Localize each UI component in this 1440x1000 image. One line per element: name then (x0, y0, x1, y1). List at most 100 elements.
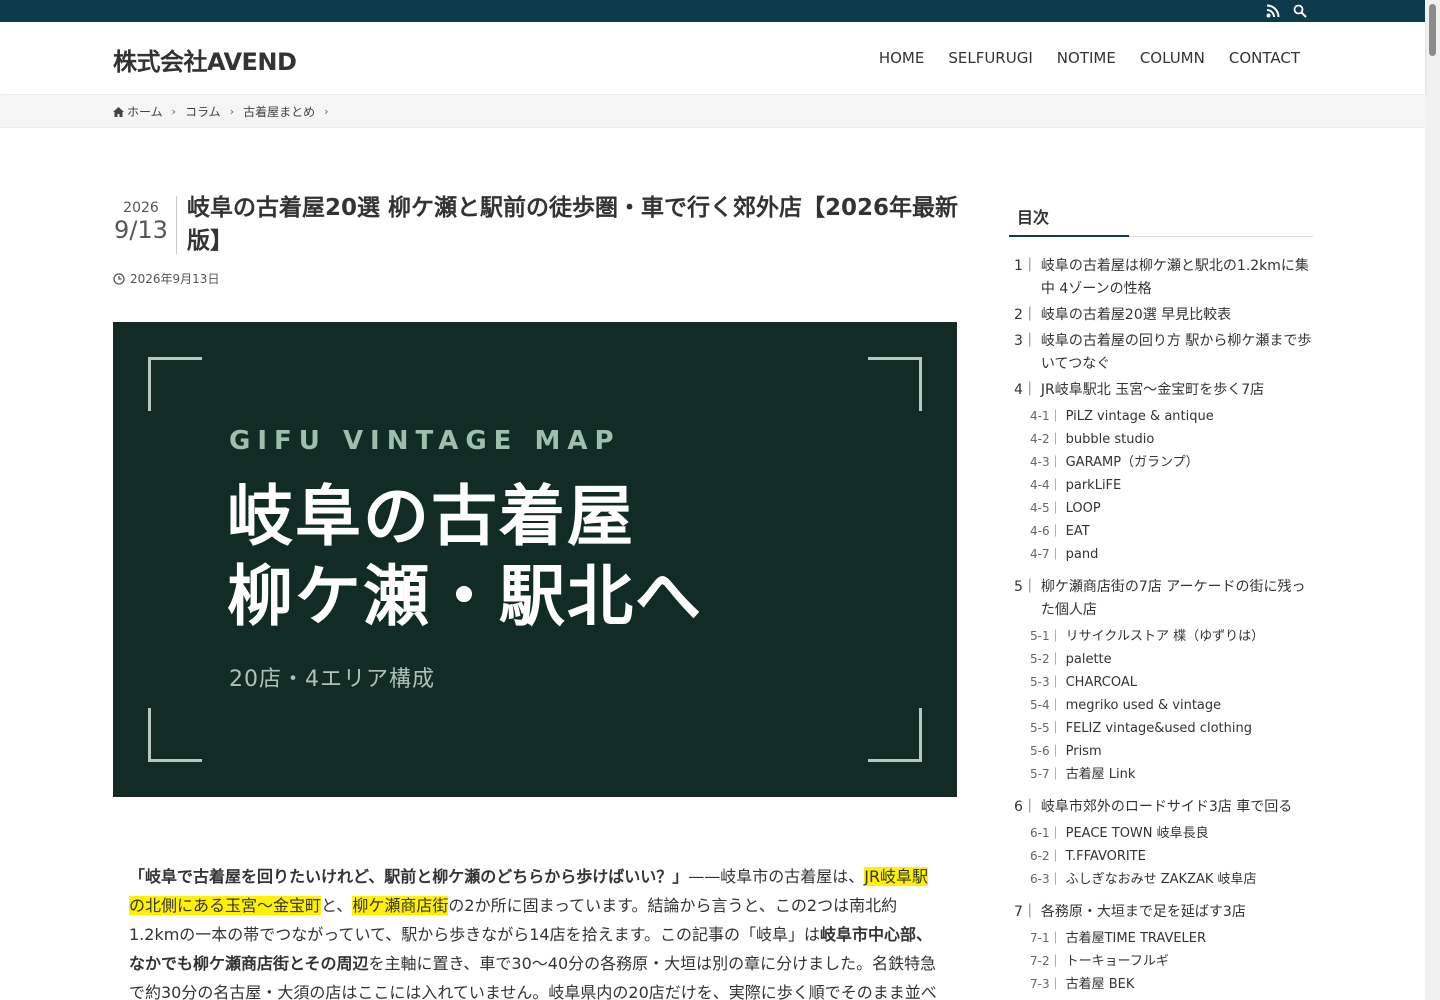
intro-text: と、 (321, 896, 353, 915)
toc-subitem[interactable]: 4-5｜ LOOP (1009, 497, 1313, 520)
toc-subitem-label[interactable]: 古着屋 BEK (1066, 973, 1135, 996)
toc-subitem[interactable]: 4-4｜ parkLiFE (1009, 474, 1313, 497)
frame-corner (868, 708, 922, 762)
toc-subitem-label[interactable]: リサイクルストア 楪（ゆずりは） (1066, 625, 1264, 648)
scrollbar[interactable] (1425, 0, 1440, 1000)
toc-subitem-label[interactable]: bubble studio (1066, 428, 1155, 451)
nav-column[interactable]: COLUMN (1140, 49, 1205, 67)
toc-subitem-label[interactable]: megriko used & vintage (1066, 694, 1222, 717)
frame-corner (148, 708, 202, 762)
chevron-right-icon: › (324, 105, 329, 118)
toc-subitem-label[interactable]: Prism (1066, 740, 1102, 763)
toc-subitem-label[interactable]: PiLZ vintage & antique (1066, 405, 1214, 428)
toc-subitem[interactable]: 5-3｜ CHARCOAL (1009, 671, 1313, 694)
nav-home[interactable]: HOME (879, 49, 925, 67)
toc-subitem-number: 4-1｜ (1030, 409, 1062, 423)
toc-subitem-label[interactable]: 古着屋TIME TRAVELER (1066, 927, 1206, 950)
toc-subitem-label[interactable]: ふしぎなおみせ ZAKZAK 岐阜店 (1066, 868, 1257, 891)
toc-item-label[interactable]: 岐阜の古着屋は柳ケ瀬と駅北の1.2kmに集中 4ゾーンの性格 (1041, 255, 1313, 301)
toc-subitem-number: 5-4｜ (1030, 698, 1062, 712)
toc-item-label[interactable]: 各務原・大垣まで足を延ばす3店 (1041, 901, 1246, 924)
toc-subitem-label[interactable]: EAT (1066, 520, 1090, 543)
toc-item[interactable]: 3｜ 岐阜の古着屋の回り方 駅から柳ケ瀬まで歩いてつなぐ (1009, 330, 1313, 376)
intro-question: 「岐阜で古着屋を回りたいけれど、駅前と柳ケ瀬のどちらから歩けばいい？」 (129, 867, 689, 886)
toc-subitem-number: 5-6｜ (1030, 744, 1062, 758)
search-icon[interactable] (1293, 4, 1307, 18)
toc-item[interactable]: 5｜ 柳ケ瀬商店街の7店 アーケードの街に残った個人店 (1009, 576, 1313, 622)
toc-subitem-label[interactable]: CHARCOAL (1066, 671, 1137, 694)
toc-subitem-label[interactable]: GARAMP（ガランプ） (1066, 451, 1199, 474)
toc-subitem[interactable]: 4-2｜ bubble studio (1009, 428, 1313, 451)
toc-subitem[interactable]: 7-1｜ 古着屋TIME TRAVELER (1009, 927, 1313, 950)
toc-subitem[interactable]: 5-4｜ megriko used & vintage (1009, 694, 1313, 717)
toc-subitem[interactable]: 6-1｜ PEACE TOWN 岐阜長良 (1009, 822, 1313, 845)
nav-selfurugi[interactable]: SELFURUGI (948, 49, 1032, 67)
toc-subitem-label[interactable]: 古着屋 Link (1066, 763, 1136, 786)
breadcrumb-home[interactable]: ホーム (127, 103, 163, 120)
toc-subitem-label[interactable]: PEACE TOWN 岐阜長良 (1066, 822, 1209, 845)
main-nav: HOME SELFURUGI NOTIME COLUMN CONTACT (879, 49, 1300, 67)
clock-icon (113, 272, 125, 285)
nav-contact[interactable]: CONTACT (1229, 49, 1300, 67)
toc-subitem-label[interactable]: LOOP (1066, 497, 1101, 520)
toc-subitem[interactable]: 5-7｜ 古着屋 Link (1009, 763, 1313, 786)
toc-item-label[interactable]: JR岐阜駅北 玉宮〜金宝町を歩く7店 (1041, 379, 1264, 402)
toc-item-number: 3｜ (1014, 333, 1037, 349)
hero-heading: 岐阜の古着屋 柳ケ瀬・駅北へ (227, 477, 703, 637)
toc-subitem-label[interactable]: pand (1066, 543, 1099, 566)
toc-subitem-label[interactable]: FELIZ vintage&used clothing (1066, 717, 1252, 740)
toc-item-number: 4｜ (1014, 382, 1037, 398)
intro-text: ——岐阜市の古着屋は、 (688, 867, 865, 886)
title-divider (176, 196, 177, 254)
hero-subtitle: 20店・4エリア構成 (229, 667, 435, 692)
toc-item-number: 7｜ (1014, 904, 1037, 920)
toc-subitem-label[interactable]: T.FFAVORITE (1066, 845, 1146, 868)
toc-subitem[interactable]: 5-1｜ リサイクルストア 楪（ゆずりは） (1009, 625, 1313, 648)
frame-corner (148, 357, 202, 411)
toc-subitem[interactable]: 4-1｜ PiLZ vintage & antique (1009, 405, 1313, 428)
breadcrumb-column[interactable]: コラム (185, 103, 221, 120)
toc-subitem[interactable]: 4-7｜ pand (1009, 543, 1313, 566)
toc-subitem-label[interactable]: palette (1066, 648, 1112, 671)
nav-notime[interactable]: NOTIME (1057, 49, 1116, 67)
toc-subitem[interactable]: 6-3｜ ふしぎなおみせ ZAKZAK 岐阜店 (1009, 868, 1313, 891)
toc-item[interactable]: 2｜ 岐阜の古着屋20選 早見比較表 (1009, 304, 1313, 327)
toc-subitem-number: 4-7｜ (1030, 547, 1062, 561)
toc-item[interactable]: 7｜ 各務原・大垣まで足を延ばす3店 (1009, 901, 1313, 924)
toc-subitem-label[interactable]: parkLiFE (1066, 474, 1122, 497)
toc-subitem[interactable]: 7-2｜ トーキョーフルギ (1009, 950, 1313, 973)
rss-icon[interactable] (1266, 4, 1280, 18)
site-title[interactable]: 株式会社AVEND (113, 42, 297, 77)
toc-item-label[interactable]: 柳ケ瀬商店街の7店 アーケードの街に残った個人店 (1041, 576, 1313, 622)
toc-subitem-number: 4-2｜ (1030, 432, 1062, 446)
toc-subitem-number: 7-1｜ (1030, 931, 1062, 945)
hero-kicker: GIFU VINTAGE MAP (229, 426, 621, 456)
toc-subitem-label[interactable]: トーキョーフルギ (1066, 950, 1169, 973)
toc-item-number: 2｜ (1014, 307, 1037, 323)
toc-item[interactable]: 4｜ JR岐阜駅北 玉宮〜金宝町を歩く7店 (1009, 379, 1313, 402)
toc-item-label[interactable]: 岐阜の古着屋の回り方 駅から柳ケ瀬まで歩いてつなぐ (1041, 330, 1313, 376)
toc-subitem[interactable]: 5-2｜ palette (1009, 648, 1313, 671)
scrollbar-thumb[interactable] (1429, 4, 1436, 56)
toc-subitem[interactable]: 5-6｜ Prism (1009, 740, 1313, 763)
toc-subitem-number: 5-5｜ (1030, 721, 1062, 735)
toc-subitem-number: 5-1｜ (1030, 629, 1062, 643)
toc-subitem[interactable]: 4-3｜ GARAMP（ガランプ） (1009, 451, 1313, 474)
toc-subitem[interactable]: 5-5｜ FELIZ vintage&used clothing (1009, 717, 1313, 740)
toc-item[interactable]: 6｜ 岐阜市郊外のロードサイド3店 車で回る (1009, 796, 1313, 819)
toc-item-label[interactable]: 岐阜市郊外のロードサイド3店 車で回る (1041, 796, 1292, 819)
chevron-right-icon: › (171, 105, 177, 118)
breadcrumb-category[interactable]: 古着屋まとめ (243, 103, 315, 120)
toc-subitem[interactable]: 7-3｜ 古着屋 BEK (1009, 973, 1313, 996)
toc-subitem[interactable]: 4-6｜ EAT (1009, 520, 1313, 543)
published-date: 2026年9月13日 (113, 270, 219, 287)
breadcrumb: ホーム › コラム › 古着屋まとめ › (0, 95, 1425, 128)
post-date-monthday: 9/13 (114, 216, 168, 244)
frame-corner (868, 357, 922, 411)
toc-item[interactable]: 1｜ 岐阜の古着屋は柳ケ瀬と駅北の1.2kmに集中 4ゾーンの性格 (1009, 255, 1313, 301)
published-date-text: 2026年9月13日 (130, 272, 220, 286)
toc-subitem-number: 5-7｜ (1030, 767, 1062, 781)
toc-subitem[interactable]: 6-2｜ T.FFAVORITE (1009, 845, 1313, 868)
toc-subitem-number: 6-2｜ (1030, 849, 1062, 863)
toc-item-label[interactable]: 岐阜の古着屋20選 早見比較表 (1041, 304, 1231, 327)
